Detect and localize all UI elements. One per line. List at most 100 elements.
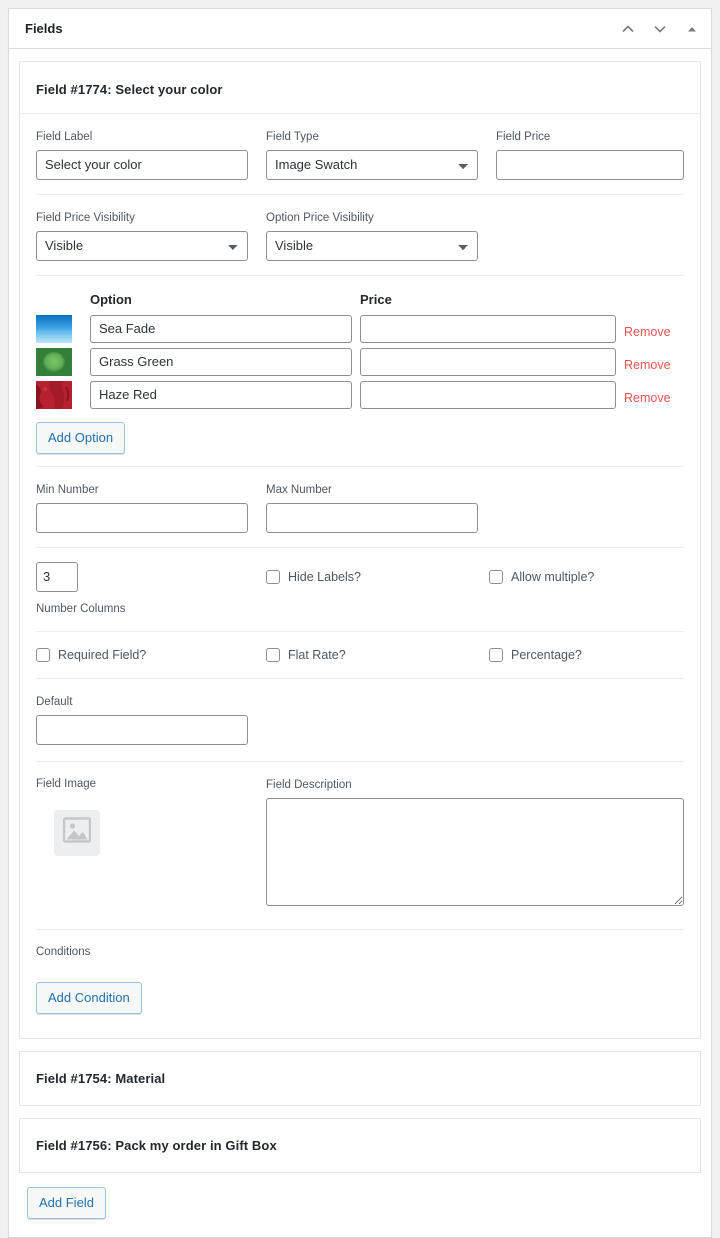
- allow-multiple-group: Allow multiple?: [489, 562, 684, 584]
- hide-labels-group: Hide Labels?: [266, 562, 489, 584]
- field-panel-1756[interactable]: Field #1756: Pack my order in Gift Box: [19, 1117, 701, 1173]
- toggle-panel-button[interactable]: [677, 13, 707, 45]
- option-name-cell: [90, 347, 360, 376]
- number-columns-input[interactable]: [36, 561, 78, 592]
- option-name-cell: [90, 380, 360, 409]
- remove-option-link[interactable]: Remove: [624, 358, 671, 372]
- move-down-button[interactable]: [645, 13, 675, 45]
- default-group: Default: [36, 695, 248, 745]
- min-max-row: Min Number Max Number: [36, 467, 684, 547]
- options-table-header: Option Price: [36, 286, 684, 315]
- field-price-group: Field Price: [496, 130, 684, 180]
- field-type-label: Field Type: [266, 131, 319, 143]
- option-name-input[interactable]: [90, 347, 352, 376]
- option-column-header: Option: [90, 291, 132, 307]
- chevron-up-icon: [621, 22, 635, 36]
- add-condition-button[interactable]: Add Condition: [36, 981, 142, 1014]
- option-name-input[interactable]: [90, 314, 352, 343]
- fields-metabox: Fields Field #1774: Select your color Fi…: [8, 8, 712, 1238]
- number-columns-group: Number Columns: [36, 561, 266, 615]
- field-price-input[interactable]: [496, 149, 684, 180]
- swatch-cell: [36, 347, 90, 376]
- default-input[interactable]: [36, 714, 248, 745]
- min-number-group: Min Number: [36, 483, 248, 533]
- option-price-cell: [360, 380, 624, 409]
- field-panel-1754[interactable]: Field #1754: Material: [19, 1050, 701, 1106]
- field-description-group: Field Description: [266, 778, 684, 911]
- required-field-group: Required Field?: [36, 647, 266, 662]
- max-number-label: Max Number: [266, 483, 332, 496]
- option-remove-cell: Remove: [624, 386, 684, 405]
- page-title: Fields: [25, 21, 63, 36]
- percentage-group: Percentage?: [489, 647, 684, 662]
- field-panel-header: Field #1754: Material: [36, 1070, 166, 1086]
- remove-option-link[interactable]: Remove: [624, 325, 671, 339]
- option-price-cell: [360, 314, 624, 343]
- field-image-upload-button[interactable]: [54, 809, 100, 856]
- percentage-label[interactable]: Percentage?: [511, 649, 582, 662]
- field-panel-1774: Field #1774: Select your color Field Lab…: [19, 61, 701, 1039]
- sea-fade-swatch[interactable]: [36, 314, 72, 343]
- conditions-group: Conditions Add Condition: [36, 930, 684, 1020]
- field-label-input[interactable]: [36, 149, 248, 180]
- add-field-button[interactable]: Add Field: [27, 1186, 106, 1219]
- triangle-up-icon: [686, 23, 698, 35]
- hide-labels-checkbox[interactable]: [266, 569, 280, 584]
- min-number-input[interactable]: [36, 502, 248, 533]
- image-description-row: Field Image Field Description: [36, 762, 684, 929]
- option-price-input[interactable]: [360, 314, 616, 343]
- image-placeholder-icon: [62, 817, 92, 848]
- required-field-label[interactable]: Required Field?: [58, 649, 146, 662]
- hide-labels-label[interactable]: Hide Labels?: [288, 571, 361, 584]
- field-panel-header[interactable]: Field #1774: Select your color: [20, 62, 700, 113]
- visibility-row: Field Price Visibility Visible Option Pr…: [36, 195, 684, 275]
- field-price-visibility-select[interactable]: Visible: [36, 230, 248, 261]
- min-number-label: Min Number: [36, 483, 99, 496]
- field-image-group: Field Image: [36, 778, 248, 911]
- table-row: Remove: [36, 347, 684, 376]
- number-columns-label: Number Columns: [36, 602, 126, 615]
- metabox-handle-actions: [613, 13, 707, 45]
- field-panel-header: Field #1756: Pack my order in Gift Box: [36, 1137, 277, 1153]
- max-number-group: Max Number: [266, 483, 478, 533]
- move-up-button[interactable]: [613, 13, 643, 45]
- max-number-input[interactable]: [266, 502, 478, 533]
- add-field-wrap: Add Field: [19, 1185, 701, 1223]
- add-option-button[interactable]: Add Option: [36, 421, 126, 454]
- option-price-cell: [360, 347, 624, 376]
- field-label-group: Field Label: [36, 130, 248, 180]
- field-basic-row: Field Label Field Type Image Swatch Fiel…: [36, 114, 684, 194]
- remove-option-link[interactable]: Remove: [624, 391, 671, 405]
- allow-multiple-checkbox[interactable]: [489, 569, 503, 584]
- field-description-label: Field Description: [266, 778, 352, 791]
- percentage-checkbox[interactable]: [489, 647, 503, 662]
- metabox-header: Fields: [9, 9, 711, 49]
- flat-rate-checkbox[interactable]: [266, 647, 280, 662]
- flat-rate-label[interactable]: Flat Rate?: [288, 649, 346, 662]
- field-type-select[interactable]: Image Swatch: [266, 149, 478, 180]
- option-name-cell: [90, 314, 360, 343]
- field-price-label: Field Price: [496, 131, 551, 143]
- required-field-checkbox[interactable]: [36, 647, 50, 662]
- field-panel-body: Field Label Field Type Image Swatch Fiel…: [20, 114, 700, 1038]
- field-price-visibility-group: Field Price Visibility Visible: [36, 211, 248, 261]
- price-column-header: Price: [360, 291, 392, 307]
- field-type-group: Field Type Image Swatch: [266, 130, 478, 180]
- option-remove-cell: Remove: [624, 353, 684, 372]
- option-price-input[interactable]: [360, 347, 616, 376]
- options-table: Option Price Sea Fade Remove Grass Green…: [36, 276, 684, 466]
- option-price-input[interactable]: [360, 380, 616, 409]
- grass-green-swatch[interactable]: [36, 347, 72, 376]
- haze-red-swatch[interactable]: [36, 380, 72, 409]
- allow-multiple-label[interactable]: Allow multiple?: [511, 571, 594, 584]
- field-description-textarea[interactable]: [266, 797, 684, 906]
- flags-row: Required Field? Flat Rate? Percentage?: [36, 632, 684, 678]
- field-label-label: Field Label: [36, 131, 93, 143]
- option-name-input[interactable]: [90, 380, 352, 409]
- swatch-cell: [36, 380, 90, 409]
- option-price-visibility-select[interactable]: Visible: [266, 230, 478, 261]
- metabox-body: Field #1774: Select your color Field Lab…: [9, 49, 711, 1237]
